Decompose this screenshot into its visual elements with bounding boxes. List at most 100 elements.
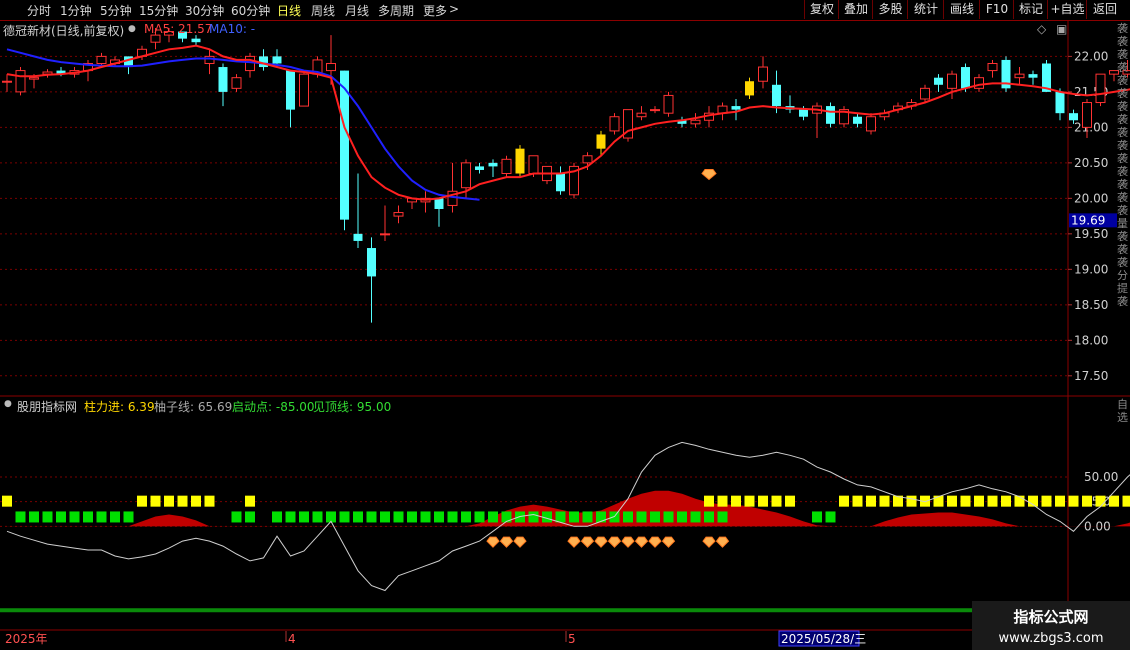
period-1min[interactable]: 1分钟 bbox=[60, 2, 92, 19]
period-monthly[interactable]: 月线 bbox=[345, 2, 369, 19]
diamond-icon bbox=[513, 536, 527, 548]
yellow-signal-square bbox=[987, 495, 998, 507]
diamond-icon bbox=[607, 536, 622, 548]
back-button[interactable]: 返回 bbox=[1086, 0, 1123, 19]
diamond-signal-icon bbox=[701, 169, 717, 181]
candle bbox=[393, 205, 404, 224]
kline-chart[interactable]: 22.0021.5021.0020.5020.0019.5019.0018.50… bbox=[0, 20, 1130, 650]
candle bbox=[623, 109, 633, 142]
candle bbox=[609, 113, 620, 135]
green-signal-square bbox=[69, 511, 80, 523]
overlay-button[interactable]: 叠加 bbox=[838, 0, 873, 19]
stock-title: 德冠新材(日线,前复权) bbox=[3, 24, 125, 38]
candle bbox=[407, 197, 417, 209]
add-watchlist-button[interactable]: +自选 bbox=[1047, 0, 1087, 19]
period-weekly[interactable]: 周线 bbox=[311, 2, 335, 19]
yellow-signal-square bbox=[204, 495, 215, 507]
candle bbox=[1095, 73, 1106, 107]
green-signal-square bbox=[15, 511, 26, 523]
candle bbox=[1014, 67, 1025, 85]
period-more[interactable]: 更多 bbox=[423, 2, 447, 19]
green-signal-square bbox=[393, 511, 404, 523]
mark-button[interactable]: 标记 bbox=[1013, 0, 1048, 19]
candle-body bbox=[299, 73, 309, 107]
green-signal-square bbox=[110, 511, 120, 523]
yellow-signal-square bbox=[1082, 495, 1092, 507]
green-signal-square bbox=[650, 511, 660, 523]
f10-button[interactable]: F10 bbox=[979, 0, 1014, 19]
candle-body bbox=[191, 38, 201, 43]
candle-body bbox=[96, 55, 107, 64]
period-5min[interactable]: 5分钟 bbox=[100, 2, 132, 19]
multi-stock-button[interactable]: 多股 bbox=[872, 0, 908, 19]
candle-body bbox=[286, 70, 295, 110]
yellow-signal-square bbox=[1068, 495, 1079, 507]
yellow-signal-square bbox=[933, 495, 944, 507]
candle bbox=[853, 113, 862, 128]
candle bbox=[353, 173, 363, 249]
qidong-label: 启动点: -85.00 bbox=[232, 400, 315, 414]
settings-dot-icon[interactable]: ● bbox=[128, 24, 136, 34]
candle bbox=[758, 56, 768, 89]
yellow-signal-square bbox=[137, 495, 147, 507]
yellow-signal-square bbox=[1014, 495, 1025, 507]
green-signal-square bbox=[812, 511, 822, 523]
candle bbox=[475, 162, 484, 174]
expand-icon[interactable]: ▣ bbox=[1056, 22, 1067, 36]
period-fenshi[interactable]: 分时 bbox=[27, 2, 51, 19]
green-signal-square bbox=[285, 511, 296, 523]
sub-tick-label: 50.00 bbox=[1084, 470, 1118, 484]
yellow-signal-square bbox=[150, 495, 161, 507]
candle-body bbox=[987, 62, 998, 72]
fuquan-button[interactable]: 复权 bbox=[804, 0, 839, 19]
candle-body bbox=[636, 112, 647, 118]
green-signal-square bbox=[488, 511, 498, 523]
candle-body bbox=[556, 173, 565, 192]
diamond-icon bbox=[486, 536, 500, 548]
candle-body bbox=[947, 73, 957, 89]
green-signal-square bbox=[528, 511, 539, 523]
green-signal-square bbox=[555, 511, 566, 523]
sub-settings-dot-icon[interactable]: ● bbox=[4, 399, 12, 409]
candle-body bbox=[596, 134, 606, 149]
candle-body bbox=[434, 198, 444, 209]
yellow-signal-square bbox=[731, 495, 741, 507]
candle bbox=[42, 69, 53, 78]
candle-body bbox=[582, 155, 593, 164]
candle bbox=[542, 165, 552, 185]
green-signal-square bbox=[677, 511, 687, 523]
candle bbox=[974, 74, 984, 92]
candle bbox=[191, 35, 201, 46]
candle bbox=[650, 106, 660, 114]
diamond-toggle-icon[interactable]: ◇ bbox=[1037, 22, 1046, 36]
candle-body bbox=[1095, 73, 1106, 104]
draw-line-button[interactable]: 画线 bbox=[943, 0, 980, 19]
period-30min[interactable]: 30分钟 bbox=[185, 2, 224, 19]
green-signal-square bbox=[407, 511, 417, 523]
price-tick-label: 19.00 bbox=[1074, 262, 1108, 276]
green-signal-square bbox=[56, 511, 66, 523]
statistics-button[interactable]: 统计 bbox=[907, 0, 944, 19]
ma5-label: MA5: 21.57 bbox=[144, 22, 213, 36]
diamond-icon bbox=[715, 536, 730, 548]
period-multi[interactable]: 多周期 bbox=[378, 2, 414, 19]
yellow-signal-square bbox=[1055, 495, 1065, 507]
more-chevron-icon[interactable]: > bbox=[449, 2, 459, 16]
candle-body bbox=[745, 81, 754, 96]
period-15min[interactable]: 15分钟 bbox=[139, 2, 178, 19]
candle bbox=[299, 70, 309, 107]
candle bbox=[259, 49, 268, 71]
candle-body bbox=[731, 106, 741, 110]
diamond-icon bbox=[580, 536, 595, 548]
period-60min[interactable]: 60分钟 bbox=[231, 2, 270, 19]
period-daily[interactable]: 日线 bbox=[277, 2, 301, 19]
diamond-icon bbox=[499, 536, 514, 548]
candle bbox=[920, 84, 930, 103]
green-signal-square bbox=[447, 511, 458, 523]
candle-body bbox=[1082, 102, 1092, 128]
green-signal-square bbox=[231, 511, 242, 523]
candle-body bbox=[488, 162, 498, 167]
candle bbox=[447, 162, 458, 213]
green-signal-square bbox=[272, 511, 282, 523]
candle-body bbox=[663, 94, 674, 114]
